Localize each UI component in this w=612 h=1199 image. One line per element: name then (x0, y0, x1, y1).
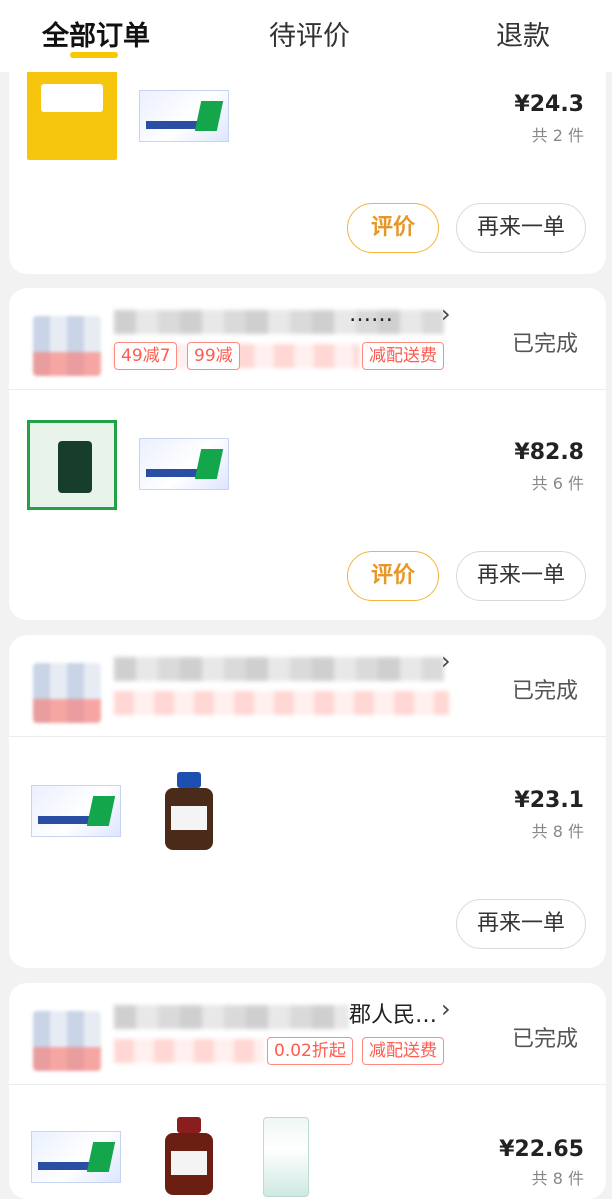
coupon-tag: 减配送费 (362, 1037, 444, 1065)
redacted-store-name (114, 1005, 349, 1029)
store-logo (33, 1011, 101, 1071)
order-card[interactable]: …… › 49减7 99减 减配送费 已完成 ¥82.8 共 6 件 评价 再来… (9, 288, 606, 620)
order-status: 已完成 (512, 679, 579, 704)
store-logo (33, 316, 101, 376)
store-name: …… (349, 302, 393, 327)
product-image (159, 1117, 219, 1197)
product-image (139, 90, 229, 142)
coupon-tag: 0.02折起 (267, 1037, 353, 1065)
reorder-button[interactable]: 再来一单 (456, 551, 586, 601)
reorder-button[interactable]: 再来一单 (456, 899, 586, 949)
coupon-tag: 99减 (187, 342, 240, 370)
order-price: ¥24.3 (514, 92, 584, 117)
store-logo (33, 663, 101, 723)
order-price: ¥82.8 (514, 440, 584, 465)
order-price: ¥22.65 (499, 1137, 584, 1162)
review-button[interactable]: 评价 (347, 551, 439, 601)
product-image (27, 70, 117, 160)
product-image (159, 772, 219, 852)
item-count: 共 8 件 (531, 822, 584, 841)
order-price: ¥23.1 (514, 788, 584, 813)
redacted-store-name (114, 657, 444, 681)
store-header[interactable]: 郡人民… › 0.02折起 减配送费 已完成 (9, 983, 606, 1085)
item-count: 共 6 件 (531, 474, 584, 493)
product-image (263, 1117, 309, 1197)
review-button[interactable]: 评价 (347, 203, 439, 253)
order-card[interactable]: 郡人民… › 0.02折起 减配送费 已完成 ¥22.65 共 8 件 (9, 983, 606, 1199)
tab-all-orders[interactable]: 全部订单 (42, 14, 150, 53)
product-image (31, 1131, 121, 1183)
redacted-store-name (114, 310, 444, 334)
redacted-coupons (114, 691, 449, 715)
order-status: 已完成 (512, 1027, 579, 1052)
order-card[interactable]: › 已完成 ¥23.1 共 8 件 再来一单 (9, 635, 606, 968)
coupon-tag: 减配送费 (362, 342, 444, 370)
tab-refund[interactable]: 退款 (496, 14, 550, 53)
item-count: 共 8 件 (531, 1169, 584, 1188)
chevron-right-icon[interactable]: › (441, 300, 451, 328)
tab-to-review[interactable]: 待评价 (269, 14, 350, 53)
product-image (27, 420, 117, 510)
coupon-tag: 49减7 (114, 342, 178, 370)
active-tab-indicator (70, 52, 118, 58)
store-name: 郡人民… (349, 1003, 438, 1028)
product-image (139, 438, 229, 490)
chevron-right-icon[interactable]: › (441, 995, 451, 1023)
order-card[interactable]: ¥24.3 共 2 件 评价 再来一单 (9, 40, 606, 274)
reorder-button[interactable]: 再来一单 (456, 203, 586, 253)
chevron-right-icon[interactable]: › (441, 647, 451, 675)
order-tabs: 全部订单 待评价 退款 (0, 0, 612, 72)
item-count: 共 2 件 (531, 126, 584, 145)
store-header[interactable]: › 已完成 (9, 635, 606, 737)
redacted-coupons (114, 1039, 264, 1063)
product-image (31, 785, 121, 837)
store-header[interactable]: …… › 49减7 99减 减配送费 已完成 (9, 288, 606, 390)
order-status: 已完成 (512, 332, 579, 357)
